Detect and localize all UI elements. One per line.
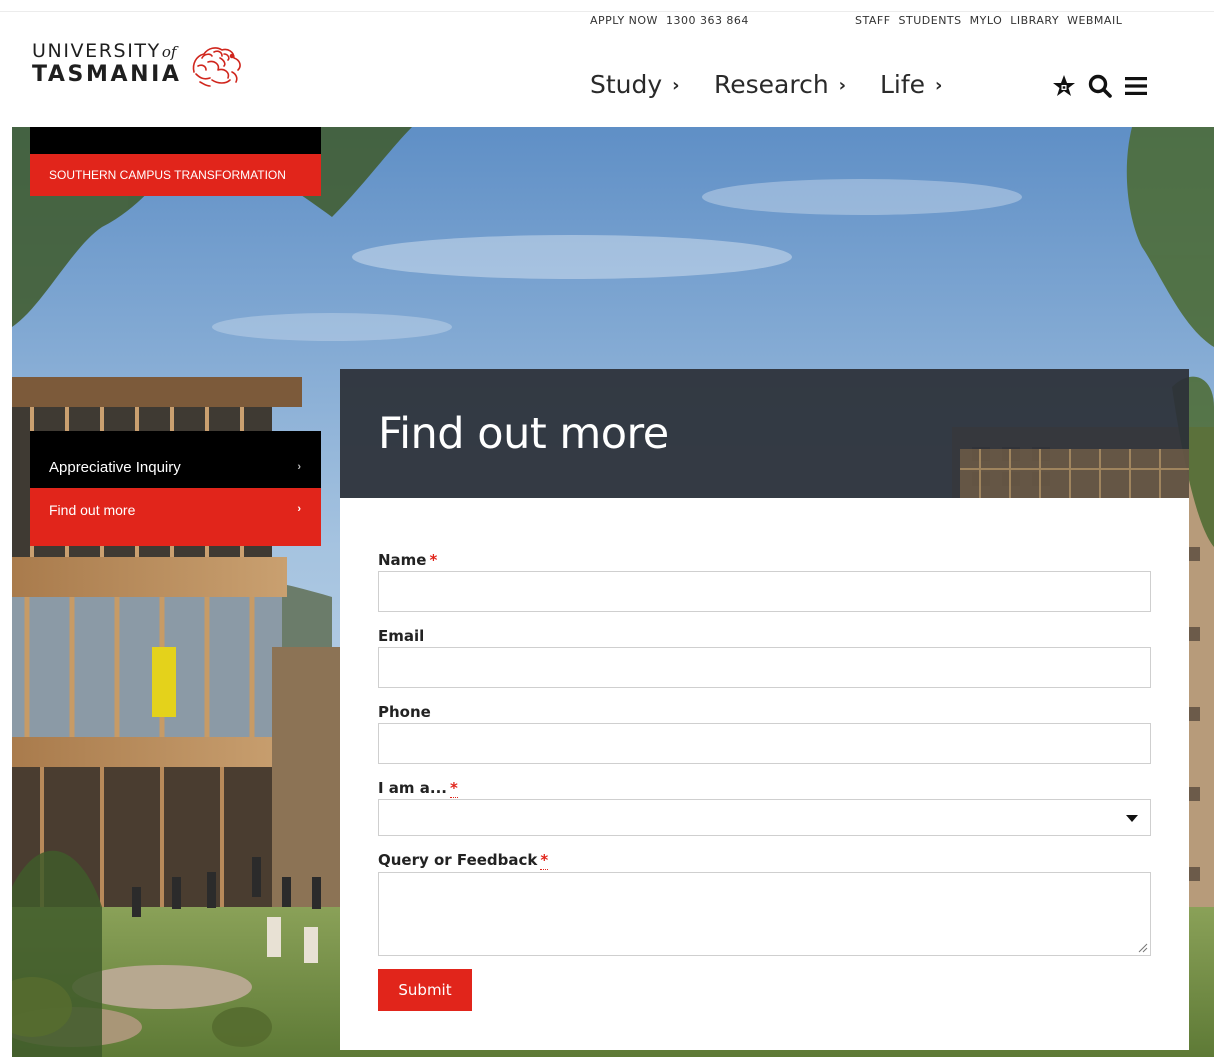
resize-grip-icon[interactable] <box>1138 943 1148 953</box>
chevron-right-icon: › <box>297 503 301 515</box>
page-title-banner: Find out more <box>340 369 1189 498</box>
sidebar-menu: Appreciative Inquiry › Find out more › <box>30 431 321 546</box>
webmail-link[interactable]: WEBMAIL <box>1067 14 1122 27</box>
chevron-right-icon: › <box>297 461 301 473</box>
chevron-right-icon: › <box>838 75 847 96</box>
sidebar-item-appreciative-inquiry[interactable]: Appreciative Inquiry › <box>30 431 321 488</box>
sidebar-top-bar <box>30 127 321 154</box>
staff-link[interactable]: STAFF <box>855 14 891 27</box>
role-label-text: I am a... <box>378 779 447 797</box>
contact-form-panel: Name* Email Phone I am a...* Query or <box>340 498 1189 1050</box>
nav-study[interactable]: Study › <box>590 70 680 99</box>
students-link[interactable]: STUDENTS <box>899 14 962 27</box>
role-label: I am a... * <box>378 779 458 798</box>
university-logo[interactable]: UNIVERSITYof TASMANIA <box>32 40 252 96</box>
name-field[interactable] <box>378 571 1151 612</box>
required-marker: * <box>429 551 438 569</box>
email-field[interactable] <box>378 647 1151 688</box>
logo-tasmania-text: TASMANIA <box>32 62 182 87</box>
library-link[interactable]: LIBRARY <box>1010 14 1059 27</box>
site-header: UNIVERSITYof TASMANIA APPLY NOW 1300 363 … <box>0 0 1214 127</box>
nav-research[interactable]: Research › <box>714 70 846 99</box>
nav-life-label: Life <box>880 70 926 99</box>
sidebar-item-label: Find out more <box>49 502 136 518</box>
nav-life[interactable]: Life › <box>880 70 942 99</box>
mylo-link[interactable]: MYLO <box>970 14 1003 27</box>
query-label: Query or Feedback * <box>378 851 549 870</box>
chevron-right-icon: › <box>935 75 943 96</box>
logo-of-text: of <box>161 43 177 61</box>
phone-label-text: Phone <box>378 703 431 721</box>
page-title: Find out more <box>378 409 669 459</box>
utility-nav-right: STAFF STUDENTS MYLO LIBRARY WEBMAIL <box>855 14 1130 27</box>
header-top-rule <box>0 11 1214 12</box>
sidebar-item-find-out-more[interactable]: Find out more › <box>30 488 321 546</box>
email-label-text: Email <box>378 627 425 645</box>
logo-university-text: UNIVERSITY <box>32 40 161 62</box>
chevron-right-icon: › <box>672 75 680 96</box>
caret-down-icon <box>1126 815 1138 822</box>
menu-icon[interactable] <box>1122 72 1150 100</box>
query-textarea[interactable] <box>378 872 1151 956</box>
sidebar-item-label: Appreciative Inquiry <box>49 459 181 476</box>
name-label-text: Name <box>378 551 427 569</box>
nav-study-label: Study <box>590 70 663 99</box>
nav-research-label: Research <box>714 70 829 99</box>
required-marker: * <box>450 779 458 798</box>
logo-wordmark-line1: UNIVERSITYof <box>32 40 176 62</box>
apply-now-link[interactable]: APPLY NOW <box>590 14 658 27</box>
email-label: Email <box>378 627 424 645</box>
star-icon[interactable] <box>1050 72 1078 100</box>
phone-field[interactable] <box>378 723 1151 764</box>
query-label-text: Query or Feedback <box>378 851 538 869</box>
phone-label: Phone <box>378 703 431 721</box>
utility-nav-left: APPLY NOW 1300 363 864 <box>590 14 757 27</box>
name-label: Name * <box>378 551 437 569</box>
submit-button[interactable]: Submit <box>378 969 472 1011</box>
lion-crest-icon <box>192 47 241 87</box>
phone-number-link[interactable]: 1300 363 864 <box>666 14 749 27</box>
sidebar-section-link[interactable]: SOUTHERN CAMPUS TRANSFORMATION <box>30 154 321 196</box>
required-marker: * <box>540 851 549 870</box>
search-icon[interactable] <box>1086 72 1114 100</box>
role-select[interactable] <box>378 799 1151 836</box>
